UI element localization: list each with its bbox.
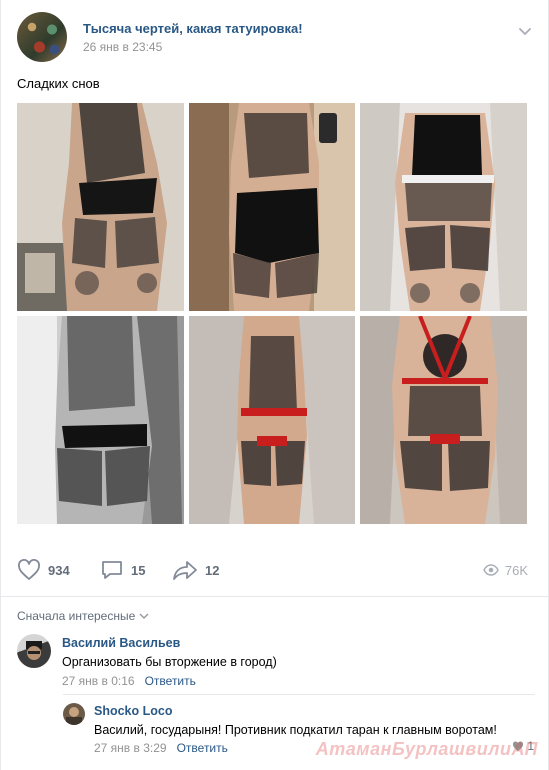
photo-1[interactable]	[17, 103, 184, 311]
comment-text: Организовать бы вторжение в город)	[62, 655, 277, 669]
comment-meta: 27 янв в 3:29 Ответить	[94, 741, 228, 755]
comment-author[interactable]: Василий Васильев	[62, 636, 180, 650]
post-date[interactable]: 26 янв в 23:45	[83, 40, 162, 54]
photo-3[interactable]	[360, 103, 527, 311]
post-actions: 934 15 12 76K	[17, 556, 534, 584]
photo-4[interactable]	[17, 316, 184, 524]
comment-meta: 27 янв в 0:16 Ответить	[62, 674, 196, 688]
avatar[interactable]	[63, 703, 85, 725]
heart-icon	[18, 559, 40, 580]
sort-chevron-icon	[139, 613, 149, 619]
watermark: АтаманБурлашвилиАП	[315, 739, 538, 759]
likes-count: 934	[48, 562, 70, 578]
comment-date[interactable]: 27 янв в 3:29	[94, 741, 167, 755]
wall-post: Тысяча чертей, какая татуировка! 26 янв …	[0, 0, 549, 770]
eye-icon	[483, 564, 499, 576]
comment: Василий Васильев Организовать бы вторжен…	[17, 634, 534, 690]
group-avatar[interactable]	[17, 12, 67, 62]
views-counter: 76K	[483, 556, 528, 584]
divider	[1, 596, 549, 597]
comment-text: Василий, государыня! Противник подкатил …	[94, 723, 497, 737]
comment-author[interactable]: Shocko Loco	[94, 704, 172, 718]
like-button[interactable]: 934	[17, 556, 70, 584]
avatar[interactable]	[17, 634, 51, 668]
views-count: 76K	[504, 562, 528, 578]
photo-5[interactable]	[189, 316, 355, 524]
comment-date[interactable]: 27 янв в 0:16	[62, 674, 135, 688]
share-button[interactable]: 12	[172, 556, 219, 584]
post-text: Сладких снов	[17, 76, 100, 91]
divider	[63, 694, 535, 695]
photo-6[interactable]	[360, 316, 527, 524]
comment-button[interactable]: 15	[100, 556, 145, 584]
chevron-down-icon[interactable]	[516, 22, 534, 40]
group-name[interactable]: Тысяча чертей, какая татуировка!	[83, 21, 303, 36]
photo-2[interactable]	[189, 103, 355, 311]
sort-label: Сначала интересные	[17, 609, 136, 623]
reply-button[interactable]: Ответить	[177, 741, 228, 755]
comments-sort[interactable]: Сначала интересные	[17, 609, 149, 623]
reply-button[interactable]: Ответить	[145, 674, 196, 688]
comment-icon	[102, 561, 122, 579]
comments-count: 15	[131, 562, 146, 578]
share-icon	[173, 561, 197, 580]
post-header: Тысяча чертей, какая татуировка! 26 янв …	[17, 12, 534, 62]
shares-count: 12	[205, 562, 220, 578]
